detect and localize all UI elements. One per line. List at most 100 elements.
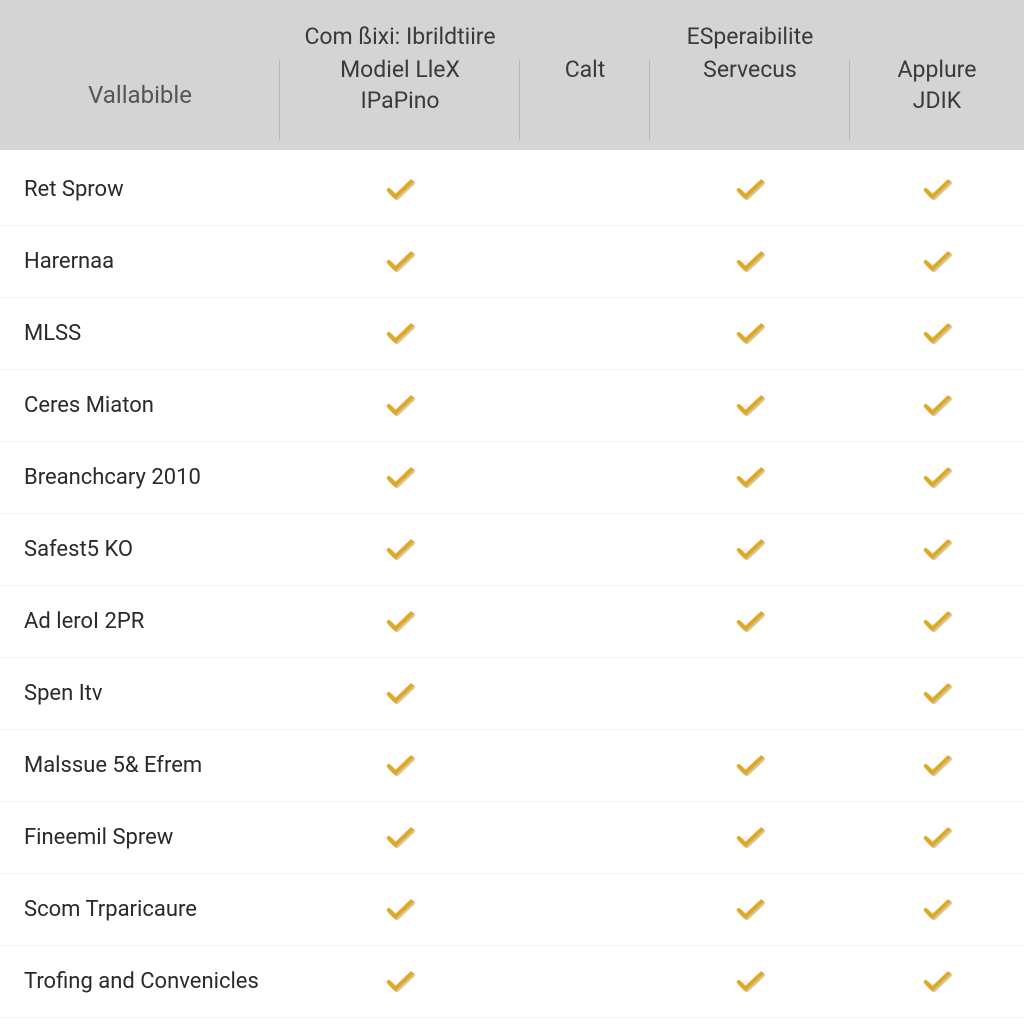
cell-col-4 <box>850 874 1024 945</box>
check-icon <box>735 250 765 274</box>
cell-col-2 <box>520 226 650 297</box>
cell-col-1 <box>280 370 520 441</box>
header-spacer-right <box>850 0 1024 50</box>
header-col-1: Modiel LleX IPaPino <box>280 50 520 150</box>
check-icon <box>385 898 415 922</box>
cell-col-3 <box>650 874 850 945</box>
cell-col-3 <box>650 370 850 441</box>
check-icon <box>922 682 952 706</box>
cell-col-1 <box>280 802 520 873</box>
table-row: Spen Itv <box>0 658 1024 730</box>
table-body: Ret Sprow Harernaa MLSS Ceres Miaton Bre… <box>0 150 1024 1018</box>
feature-label: Trofing and Convenicles <box>0 946 280 1017</box>
header-spacer-mid <box>520 0 650 50</box>
header-group-left-label: Com ßixi: Ibrildtiire <box>304 23 495 50</box>
header-group-right-label: ESperaibilite <box>687 23 814 50</box>
cell-col-1 <box>280 514 520 585</box>
feature-label: Harernaa <box>0 226 280 297</box>
table-row: Fineemil Sprew <box>0 802 1024 874</box>
check-icon <box>922 826 952 850</box>
cell-col-3 <box>650 802 850 873</box>
cell-col-2 <box>520 658 650 729</box>
cell-col-4 <box>850 514 1024 585</box>
table-row: Trofing and Convenicles <box>0 946 1024 1018</box>
cell-col-1 <box>280 874 520 945</box>
header-col-3-label: Servecus <box>703 54 797 85</box>
cell-col-1 <box>280 586 520 657</box>
cell-col-4 <box>850 370 1024 441</box>
header-col-2: Calt <box>520 50 650 150</box>
check-icon <box>922 538 952 562</box>
check-icon <box>735 970 765 994</box>
cell-col-3 <box>650 514 850 585</box>
table-row: Ad leroI 2PR <box>0 586 1024 658</box>
cell-col-3 <box>650 442 850 513</box>
cell-col-4 <box>850 658 1024 729</box>
header-col-3: Servecus <box>650 50 850 150</box>
check-icon <box>385 178 415 202</box>
check-icon <box>385 610 415 634</box>
check-icon <box>385 394 415 418</box>
cell-col-2 <box>520 514 650 585</box>
cell-col-3 <box>650 154 850 225</box>
cell-col-2 <box>520 874 650 945</box>
check-icon <box>385 754 415 778</box>
cell-col-3 <box>650 946 850 1017</box>
feature-label: Ad leroI 2PR <box>0 586 280 657</box>
feature-label: Safest5 KO <box>0 514 280 585</box>
feature-label: Spen Itv <box>0 658 280 729</box>
cell-col-3 <box>650 658 850 729</box>
check-icon <box>735 178 765 202</box>
cell-col-4 <box>850 946 1024 1017</box>
cell-col-2 <box>520 442 650 513</box>
check-icon <box>385 250 415 274</box>
cell-col-3 <box>650 730 850 801</box>
check-icon <box>385 538 415 562</box>
cell-col-1 <box>280 658 520 729</box>
cell-col-3 <box>650 586 850 657</box>
check-icon <box>735 322 765 346</box>
feature-label: Fineemil Sprew <box>0 802 280 873</box>
check-icon <box>922 394 952 418</box>
header-row-label-text: Vallabible <box>88 79 192 111</box>
header-col-4-label: Applure JDIK <box>898 54 977 116</box>
check-icon <box>735 394 765 418</box>
header-col-2-label: Calt <box>565 54 606 85</box>
cell-col-4 <box>850 298 1024 369</box>
check-icon <box>922 250 952 274</box>
cell-col-1 <box>280 226 520 297</box>
cell-col-2 <box>520 154 650 225</box>
table-row: Ret Sprow <box>0 154 1024 226</box>
cell-col-4 <box>850 802 1024 873</box>
header-col-4: Applure JDIK <box>850 50 1024 150</box>
check-icon <box>922 610 952 634</box>
cell-col-2 <box>520 586 650 657</box>
cell-col-4 <box>850 586 1024 657</box>
cell-col-4 <box>850 442 1024 513</box>
cell-col-4 <box>850 154 1024 225</box>
check-icon <box>735 826 765 850</box>
table-row: MLSS <box>0 298 1024 370</box>
check-icon <box>385 682 415 706</box>
check-icon <box>385 826 415 850</box>
check-icon <box>922 178 952 202</box>
check-icon <box>922 898 952 922</box>
header-spacer-top <box>0 0 280 50</box>
feature-label: Ret Sprow <box>0 154 280 225</box>
feature-label: Malssue 5& Efrem <box>0 730 280 801</box>
comparison-table: Com ßixi: Ibrildtiire ESperaibilite Vall… <box>0 0 1024 1018</box>
table-row: Ceres Miaton <box>0 370 1024 442</box>
table-row: Malssue 5& Efrem <box>0 730 1024 802</box>
check-icon <box>922 466 952 490</box>
check-icon <box>735 538 765 562</box>
feature-label: Scom Trparicaure <box>0 874 280 945</box>
cell-col-2 <box>520 802 650 873</box>
table-row: Scom Trparicaure <box>0 874 1024 946</box>
table-row: Breanchcary 2010 <box>0 442 1024 514</box>
check-icon <box>735 466 765 490</box>
feature-label: Ceres Miaton <box>0 370 280 441</box>
header-group-left: Com ßixi: Ibrildtiire <box>280 0 520 50</box>
cell-col-2 <box>520 730 650 801</box>
check-icon <box>385 322 415 346</box>
cell-col-1 <box>280 730 520 801</box>
